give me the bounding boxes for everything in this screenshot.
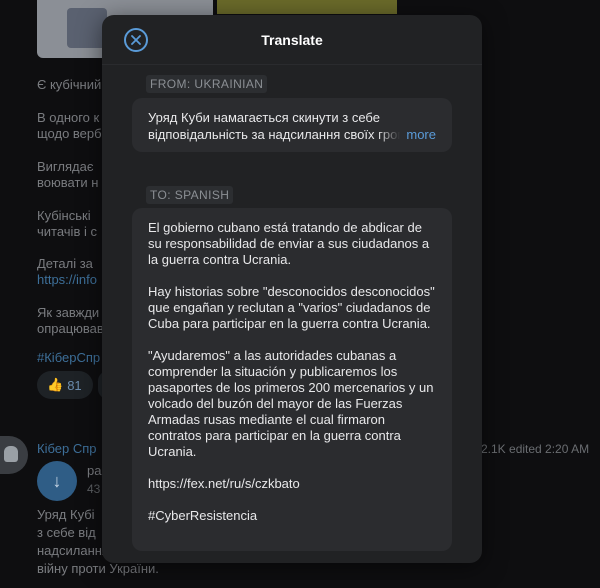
source-language-label: FROM: UKRAINIAN <box>146 75 268 93</box>
reaction-button[interactable]: 👍 81 <box>37 371 93 399</box>
message-hashtag[interactable]: #КіберСпр <box>37 350 100 366</box>
message-text: Виглядає <box>37 159 94 174</box>
dialog-title: Translate <box>261 31 323 48</box>
download-button[interactable]: ↓ <box>37 461 77 501</box>
message-text: Як завжди <box>37 305 100 320</box>
target-language-label[interactable]: TO: SPANISH <box>146 186 234 204</box>
message-text: читачів і с <box>37 224 97 239</box>
translation-hashtag[interactable]: #CyberResistencia <box>148 508 436 524</box>
source-text-box: Уряд Куби намагається скинути з себе від… <box>132 98 452 152</box>
message-text: опрацював <box>37 321 104 336</box>
chat-photo[interactable] <box>217 0 397 14</box>
translation-paragraph: El gobierno cubano está tratando de abdi… <box>148 220 430 267</box>
message-text: Деталі за <box>37 256 93 271</box>
dialog-header: Translate <box>102 15 482 65</box>
source-text-line: Уряд Куби намагається скинути з себе <box>148 110 380 125</box>
file-name: ра <box>87 463 102 478</box>
message-text: з себе від <box>37 525 96 540</box>
thumbs-up-icon: 👍 <box>47 377 64 392</box>
channel-avatar[interactable] <box>0 436 28 474</box>
source-text-line: відповідальність за надсилання своїх гро… <box>148 126 436 143</box>
message-text: надсилання <box>37 543 109 558</box>
arrow-down-icon: ↓ <box>52 470 62 491</box>
reaction-count: 81 <box>67 377 82 393</box>
translation-text-box: El gobierno cubano está tratando de abdi… <box>132 208 452 551</box>
message-text: Кубінські <box>37 208 91 223</box>
translation-link[interactable]: https://fex.net/ru/s/czkbato <box>148 476 436 492</box>
message-meta: 2.1K edited 2:20 AM <box>481 442 590 456</box>
message-text: воювати н <box>37 175 99 190</box>
message-text: Є кубічний <box>37 77 102 92</box>
more-button[interactable]: more <box>378 126 436 143</box>
close-icon <box>131 35 141 45</box>
close-button[interactable] <box>124 28 148 52</box>
message-text: щодо верб <box>37 126 102 141</box>
message-text: Уряд Кубі <box>37 507 95 522</box>
file-size: 43 <box>87 482 101 496</box>
message-link[interactable]: https://info <box>37 272 97 288</box>
translation-paragraph: Hay historias sobre "desconocidos descon… <box>148 284 435 331</box>
translation-paragraph: "Ayudaremos" a las autoridades cubanas a… <box>148 348 434 459</box>
message-text: В одного к <box>37 110 100 125</box>
translate-dialog: Translate FROM: UKRAINIAN Уряд Куби нама… <box>102 15 482 563</box>
channel-name[interactable]: Кібер Спр <box>37 441 97 456</box>
